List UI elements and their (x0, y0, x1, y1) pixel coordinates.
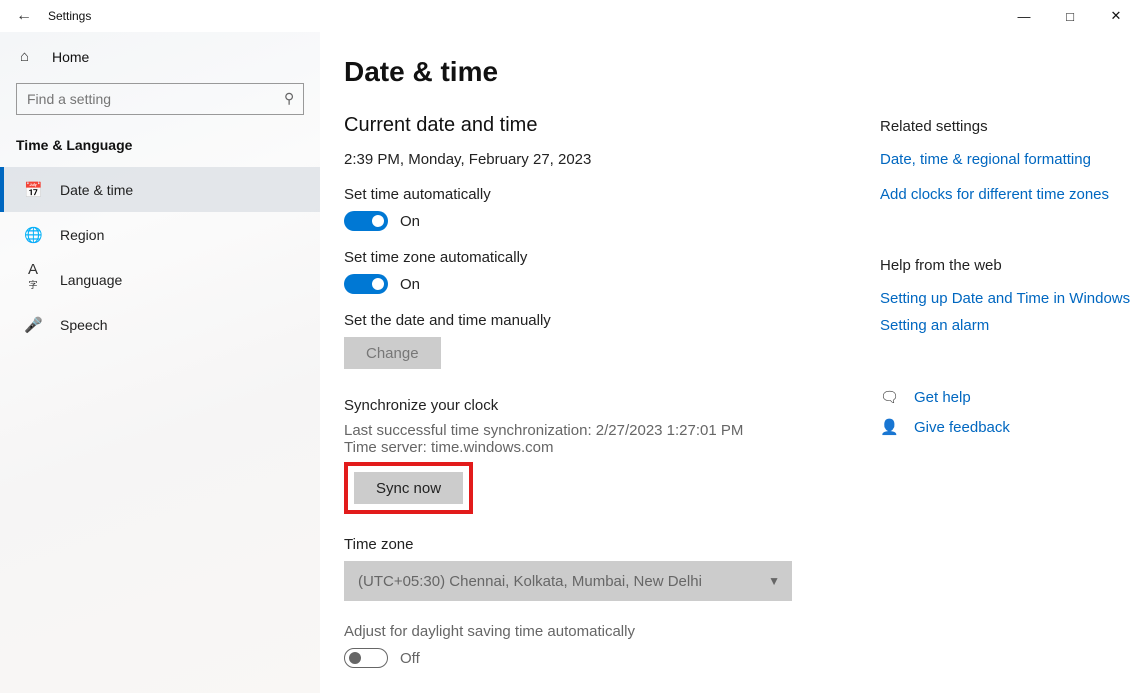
minimize-button[interactable]: ― (1001, 0, 1047, 32)
auto-zone-toggle[interactable] (344, 274, 388, 294)
window-controls: ― □ ✕ (1001, 0, 1139, 32)
dst-label: Adjust for daylight saving time automati… (344, 623, 874, 640)
nav-region[interactable]: 🌐 Region (0, 212, 320, 257)
related-settings-heading: Related settings (880, 118, 1139, 135)
auto-time-toggle[interactable] (344, 211, 388, 231)
nav-group-title: Time & Language (0, 133, 320, 167)
nav-speech[interactable]: 🎤 Speech (0, 302, 320, 347)
home-label: Home (52, 49, 89, 65)
maximize-button[interactable]: □ (1047, 0, 1093, 32)
sync-server: Time server: time.windows.com (344, 439, 874, 456)
timezone-heading: Time zone (344, 536, 874, 553)
timezone-select[interactable]: (UTC+05:30) Chennai, Kolkata, Mumbai, Ne… (344, 561, 792, 601)
link-add-clocks[interactable]: Add clocks for different time zones (880, 186, 1139, 203)
current-date-value: 2:39 PM, Monday, February 27, 2023 (344, 151, 874, 168)
aside-panel: Related settings Date, time & regional f… (874, 56, 1139, 693)
dst-toggle (344, 648, 388, 668)
nav-label: Date & time (60, 182, 133, 198)
dst-state: Off (400, 650, 420, 667)
sync-now-button[interactable]: Sync now (354, 472, 463, 504)
sync-highlight: Sync now (344, 462, 473, 514)
sync-heading: Synchronize your clock (344, 397, 874, 414)
auto-time-state: On (400, 213, 420, 230)
nav-language[interactable]: A字 Language (0, 257, 320, 302)
globe-icon: 🌐 (24, 226, 42, 244)
auto-zone-label: Set time zone automatically (344, 249, 874, 266)
sidebar: ⌂ Home ⚲ Time & Language 📅 Date & time 🌐… (0, 32, 320, 693)
calendar-clock-icon: 📅 (24, 181, 42, 199)
timezone-value: (UTC+05:30) Chennai, Kolkata, Mumbai, Ne… (358, 573, 702, 590)
search-input[interactable] (16, 83, 304, 115)
current-date-heading: Current date and time (344, 114, 874, 137)
link-regional-formatting[interactable]: Date, time & regional formatting (880, 151, 1139, 168)
page-title: Date & time (344, 56, 874, 88)
get-help-link[interactable]: Get help (914, 389, 971, 406)
microphone-icon: 🎤 (24, 316, 42, 334)
back-button[interactable]: ← (0, 7, 48, 25)
help-web-heading: Help from the web (880, 257, 1139, 274)
sync-last: Last successful time synchronization: 2/… (344, 422, 874, 439)
nav-label: Language (60, 272, 122, 288)
language-icon: A字 (24, 261, 42, 298)
link-help-datetime[interactable]: Setting up Date and Time in Windows (880, 290, 1139, 307)
nav-label: Region (60, 227, 104, 243)
feedback-icon: 👤 (880, 418, 898, 436)
give-feedback-link[interactable]: Give feedback (914, 419, 1010, 436)
auto-zone-state: On (400, 276, 420, 293)
nav-date-time[interactable]: 📅 Date & time (0, 167, 320, 212)
title-bar: ← Settings ― □ ✕ (0, 0, 1139, 32)
window-title: Settings (48, 9, 91, 23)
help-icon: 🗨 (880, 388, 898, 406)
nav-label: Speech (60, 317, 107, 333)
close-button[interactable]: ✕ (1093, 0, 1139, 32)
home-nav[interactable]: ⌂ Home (0, 38, 320, 77)
auto-time-label: Set time automatically (344, 186, 874, 203)
manual-date-label: Set the date and time manually (344, 312, 874, 329)
link-help-alarm[interactable]: Setting an alarm (880, 317, 1139, 334)
chevron-down-icon: ▼ (768, 574, 780, 588)
main-content: Date & time Current date and time 2:39 P… (344, 56, 874, 693)
change-button: Change (344, 337, 441, 369)
home-icon: ⌂ (20, 48, 38, 65)
